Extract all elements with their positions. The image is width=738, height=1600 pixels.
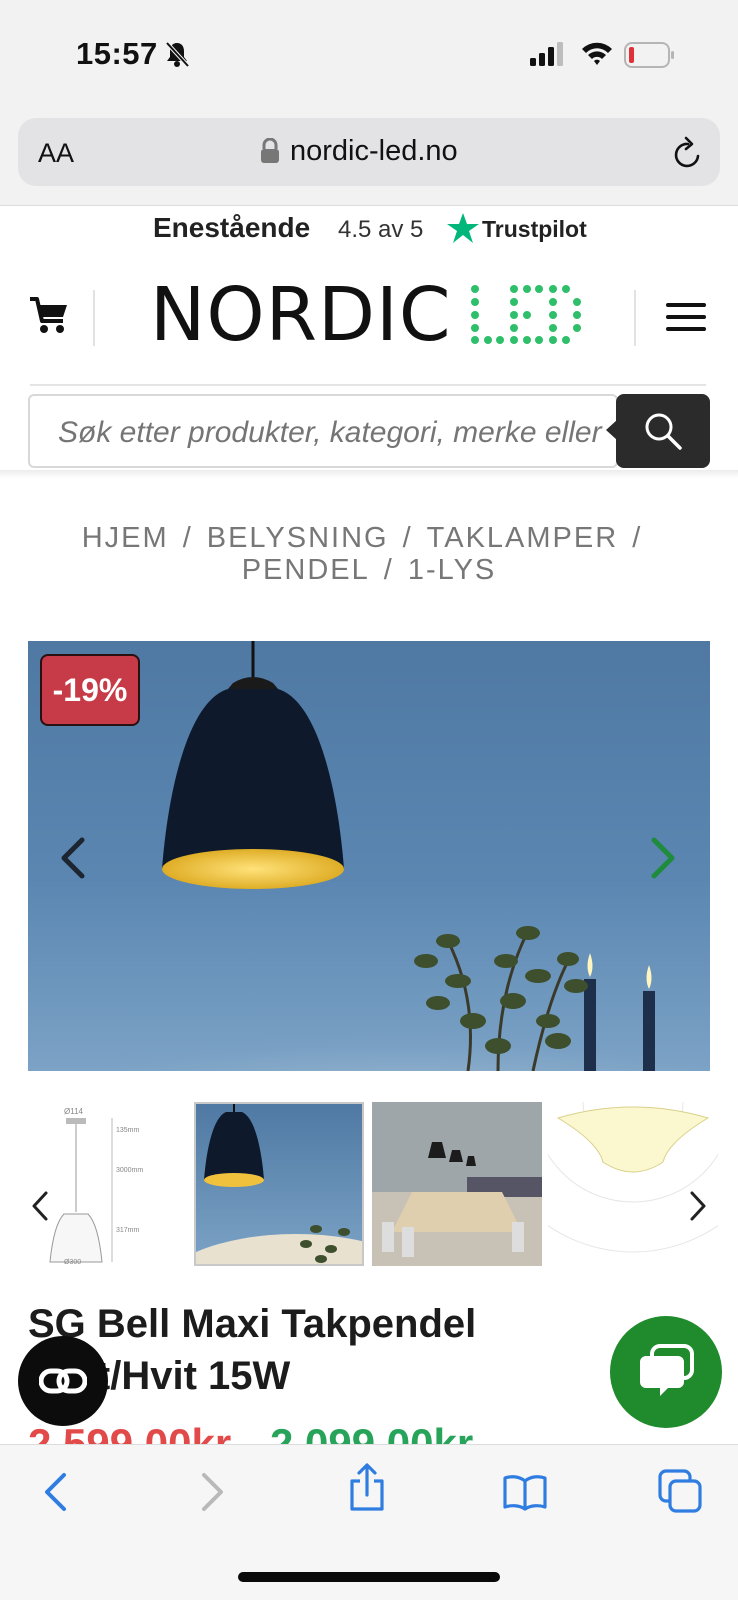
thumbnail-lamp-photo[interactable] (194, 1102, 364, 1266)
product-title: SG Bell Maxi Takpendel Matt/Hvit 15W (28, 1302, 477, 1398)
browser-address-area: AA nordic-led.no (0, 110, 738, 206)
thumbnail-light-distribution[interactable] (548, 1102, 718, 1266)
trust-score: 4.5 av 5 (338, 216, 424, 243)
tabs-icon[interactable] (658, 1469, 702, 1513)
logo-led-dots (471, 285, 581, 344)
text-size-button[interactable]: AA (38, 138, 74, 169)
thumbnail-strip: Ø114 135mm 3000mm 317mm Ø300 (16, 1102, 726, 1268)
logo-text: NORDIC (150, 272, 452, 358)
trustpilot-star-icon (447, 213, 479, 243)
dining-room-thumbnail-image (372, 1102, 542, 1266)
cart-icon[interactable] (28, 296, 70, 336)
breadcrumb-separator: / (383, 554, 394, 586)
accessibility-button[interactable] (18, 1336, 108, 1426)
battery-low-icon (624, 42, 674, 68)
dimension-drawing: Ø114 135mm 3000mm 317mm Ø300 (49, 1107, 143, 1266)
url-text[interactable]: nordic-led.no (290, 135, 458, 168)
lock-icon (261, 138, 279, 163)
breadcrumb: HJEM / BELYSNING / TAKLAMPER / PENDEL/1-LYS (60, 522, 678, 586)
breadcrumb-item-hjem[interactable]: HJEM (82, 522, 169, 554)
signal-icon (530, 42, 563, 66)
breadcrumb-item-1-lys[interactable]: 1-LYS (408, 554, 496, 586)
address-bar[interactable]: AA nordic-led.no (18, 118, 720, 186)
chevron-right-icon[interactable] (688, 1190, 708, 1222)
chat-button[interactable] (610, 1316, 722, 1428)
link-icon (39, 1368, 87, 1394)
menu-icon[interactable] (666, 302, 706, 332)
forward-icon[interactable] (200, 1471, 226, 1513)
dim-label-cord: 3000mm (116, 1167, 143, 1174)
dim-label-diameter: Ø300 (64, 1259, 81, 1266)
status-time: 15:57 (76, 36, 158, 71)
trustpilot-brand: Trustpilot (482, 216, 587, 242)
bell-off-icon (165, 41, 190, 68)
breadcrumb-separator: / (632, 522, 643, 554)
search-button[interactable] (616, 394, 710, 468)
breadcrumb-separator: / (182, 522, 193, 554)
bookmarks-icon[interactable] (502, 1473, 548, 1511)
chevron-left-icon[interactable] (30, 1190, 50, 1222)
back-icon[interactable] (42, 1471, 68, 1513)
thumbnail-dimensions[interactable]: Ø114 135mm 3000mm 317mm Ø300 (16, 1102, 186, 1266)
chevron-left-icon[interactable] (58, 836, 86, 880)
dim-label-top: Ø114 (64, 1107, 84, 1116)
reload-icon[interactable] (672, 136, 704, 170)
breadcrumb-item-pendel[interactable]: PENDEL (242, 554, 370, 586)
light-distribution-diagram (548, 1102, 718, 1253)
share-icon[interactable] (348, 1463, 386, 1513)
header-divider (93, 290, 95, 346)
trust-rating-word: Enestående (153, 212, 311, 243)
breadcrumb-separator: / (402, 522, 413, 554)
status-bar: 15:57 (0, 0, 738, 110)
header-separator (30, 384, 706, 386)
search-input[interactable] (58, 416, 616, 450)
trustpilot-strip[interactable]: Enestående 4.5 av 5 Trustpilot (0, 212, 738, 252)
dim-label-cord-top: 135mm (116, 1127, 140, 1134)
wifi-icon (582, 42, 612, 65)
thumbnail-dining-room[interactable] (372, 1102, 542, 1266)
chat-icon (640, 1344, 694, 1396)
chevron-right-icon[interactable] (650, 836, 678, 880)
search-field[interactable] (28, 394, 618, 468)
header-shadow (0, 470, 738, 478)
home-indicator (238, 1572, 500, 1582)
breadcrumb-item-belysning[interactable]: BELYSNING (207, 522, 389, 554)
search-icon (645, 413, 682, 450)
dim-label-shade: 317mm (116, 1227, 140, 1234)
header-divider (634, 290, 636, 346)
lamp-thumbnail-image (196, 1104, 362, 1264)
breadcrumb-item-taklamper[interactable]: TAKLAMPER (427, 522, 619, 554)
discount-badge: -19% (40, 654, 140, 726)
